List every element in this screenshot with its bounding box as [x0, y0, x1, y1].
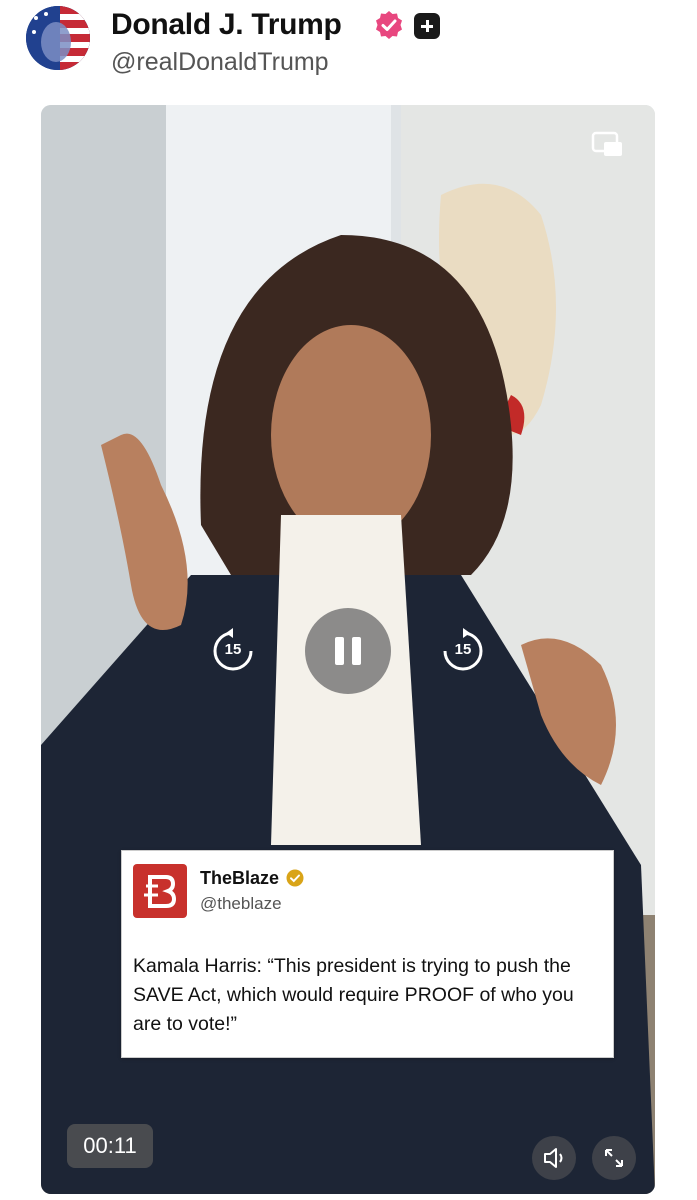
author-avatar[interactable]: [26, 6, 90, 70]
theblaze-logo: [133, 864, 187, 918]
video-player[interactable]: 15 15 TheBlaze @theblaze Kamala Harris: …: [41, 105, 655, 1194]
pause-icon: [335, 637, 344, 665]
picture-in-picture-icon: [591, 131, 622, 156]
speaker-icon: [544, 1148, 563, 1168]
fullscreen-button[interactable]: [592, 1136, 636, 1180]
skip-forward-button[interactable]: 15: [439, 627, 487, 675]
blaze-logo-icon: [144, 875, 177, 908]
card-author-name: TheBlaze: [200, 868, 280, 888]
mute-button[interactable]: [532, 1136, 576, 1180]
expand-icon: [605, 1149, 623, 1167]
post-header: Donald J. Trump @realDonaldTrump: [0, 0, 697, 100]
author-handle: @realDonaldTrump: [111, 48, 329, 76]
card-quote-text: Kamala Harris: “This president is trying…: [133, 955, 574, 1035]
card-author-handle: @theblaze: [200, 894, 282, 913]
author-display-name[interactable]: Donald J. Trump: [111, 8, 342, 42]
verified-badge-icon: [376, 11, 402, 39]
avatar-image: [26, 6, 90, 70]
picture-in-picture-button[interactable]: [590, 129, 626, 161]
skip-forward-seconds: 15: [454, 641, 472, 658]
video-timestamp: 00:11: [67, 1124, 153, 1168]
skip-back-seconds: 15: [224, 641, 242, 658]
skip-back-button[interactable]: 15: [209, 627, 257, 675]
pause-button[interactable]: [305, 608, 391, 694]
card-verified-badge-icon: [286, 869, 304, 887]
embedded-tweet-card: TheBlaze @theblaze Kamala Harris: “This …: [121, 850, 614, 1058]
pause-icon-bar: [352, 637, 361, 665]
follow-button[interactable]: [414, 13, 440, 39]
